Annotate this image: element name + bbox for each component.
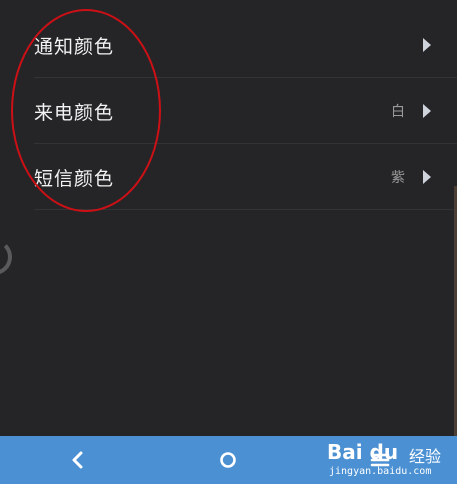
sms-color-label: 短信颜色 (34, 167, 115, 190)
screen: 通知颜色 来电颜色 白 短信颜色 紫 Bai du 经验 jingyan.bai… (0, 0, 457, 484)
sms-color-value: 紫 (391, 170, 405, 186)
home-icon[interactable] (216, 448, 240, 472)
back-icon[interactable] (64, 446, 92, 474)
chevron-right-icon (423, 38, 431, 52)
notification-color-row[interactable]: 通知颜色 (0, 12, 457, 78)
divider (34, 209, 457, 210)
color-settings-list: 通知颜色 来电颜色 白 短信颜色 紫 (0, 12, 457, 210)
watermark-brand: Bai du (327, 440, 399, 464)
watermark-url: jingyan.baidu.com (329, 466, 432, 477)
watermark-chinese: 经验 (408, 447, 441, 466)
incoming-call-color-row[interactable]: 来电颜色 白 (0, 78, 457, 144)
notification-color-label: 通知颜色 (34, 35, 115, 58)
sms-color-row[interactable]: 短信颜色 紫 (0, 144, 457, 210)
incoming-call-color-value: 白 (391, 104, 405, 120)
incoming-call-color-label: 来电颜色 (34, 101, 115, 124)
chevron-right-icon (423, 104, 431, 118)
navigation-bar: Bai du 经验 jingyan.baidu.com (0, 436, 457, 484)
chevron-right-icon (423, 170, 431, 184)
loading-spinner-icon (0, 239, 12, 275)
baidu-jingyan-watermark: Bai du 经验 jingyan.baidu.com (323, 438, 443, 482)
